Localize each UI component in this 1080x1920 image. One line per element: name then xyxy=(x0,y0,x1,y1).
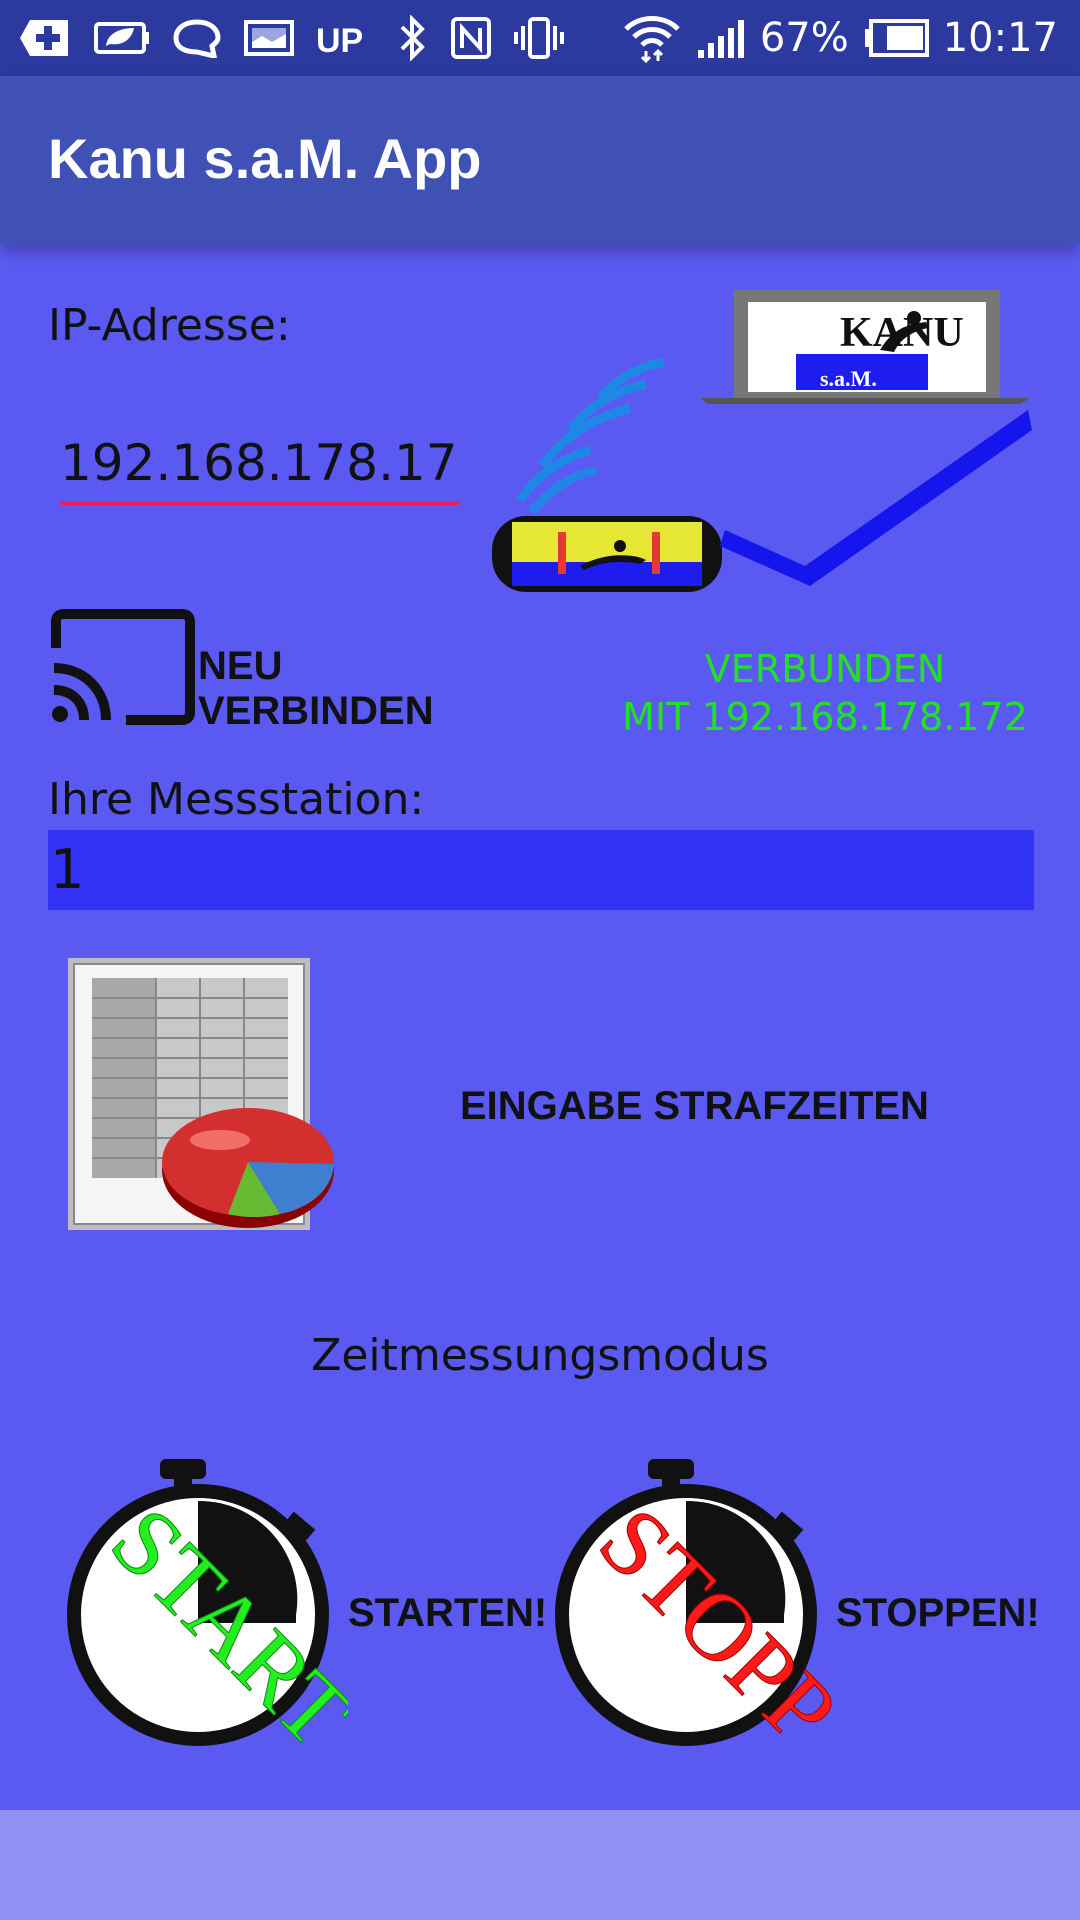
svg-text:UP: UP xyxy=(316,22,363,58)
up-icon: UP xyxy=(316,22,363,58)
chat-bubble-icon xyxy=(173,19,221,58)
connection-status-line1: VERBUNDEN xyxy=(704,647,946,691)
laptop-icon: KANU s.a.M. xyxy=(700,290,1030,404)
station-selector[interactable]: 1 xyxy=(48,830,1034,910)
stopwatch-stop-icon: STOPP xyxy=(555,1459,836,1765)
clock: 10:17 xyxy=(942,15,1058,61)
stopwatch-start-icon: START xyxy=(67,1459,348,1765)
cast-icon xyxy=(51,609,195,725)
connection-status-line2: MIT 192.168.178.172 xyxy=(622,695,1028,739)
ip-address-input[interactable] xyxy=(60,425,460,505)
reconnect-button[interactable]: NEU VERBINDEN xyxy=(48,600,528,733)
navigation-bar xyxy=(0,1810,1080,1920)
status-bar: UP 67% 10:17 xyxy=(0,0,1080,76)
stop-label: STOPPEN! xyxy=(836,1591,1040,1635)
connection-graphic: KANU s.a.M. xyxy=(492,290,1032,592)
penalty-input-label: EINGABE STRAFZEITEN xyxy=(460,1084,929,1128)
nfc-icon xyxy=(451,17,491,59)
battery-saver-leaf-icon xyxy=(94,22,149,54)
checkmark-icon xyxy=(720,410,1032,586)
vibrate-icon xyxy=(514,17,564,59)
wifi-waves-icon xyxy=(516,357,665,515)
timing-mode-label: Zeitmessungsmodus xyxy=(311,1330,769,1381)
status-right-icons: 67% 10:17 xyxy=(622,10,1058,66)
picture-icon xyxy=(244,20,294,56)
stop-button[interactable]: STOPP STOPPEN! xyxy=(536,1455,1040,1765)
station-label: Ihre Messstation: xyxy=(48,774,425,825)
sensor-device-icon xyxy=(492,516,722,592)
penalty-input-button[interactable]: EINGABE STRAFZEITEN xyxy=(48,950,1032,1240)
app-bar: Kanu s.a.M. App xyxy=(0,76,1080,244)
bluetooth-icon xyxy=(400,15,425,61)
status-left-icons: UP xyxy=(20,10,564,66)
laptop-logo-subtext: s.a.M. xyxy=(820,366,877,391)
reconnect-label: NEU VERBINDEN xyxy=(198,644,434,733)
spreadsheet-chart-icon xyxy=(68,958,334,1230)
signal-icon xyxy=(697,20,744,58)
wifi-icon xyxy=(624,16,680,63)
app-title: Kanu s.a.M. App xyxy=(48,127,482,190)
battery-icon xyxy=(864,19,929,57)
ip-label: IP-Adresse: xyxy=(48,300,291,351)
medical-plus-icon xyxy=(20,20,68,56)
start-label: STARTEN! xyxy=(348,1591,548,1635)
battery-percent: 67% xyxy=(759,15,849,61)
start-button[interactable]: START STARTEN! xyxy=(48,1455,548,1765)
connection-status: VERBUNDEN MIT 192.168.178.172 xyxy=(620,645,1030,741)
